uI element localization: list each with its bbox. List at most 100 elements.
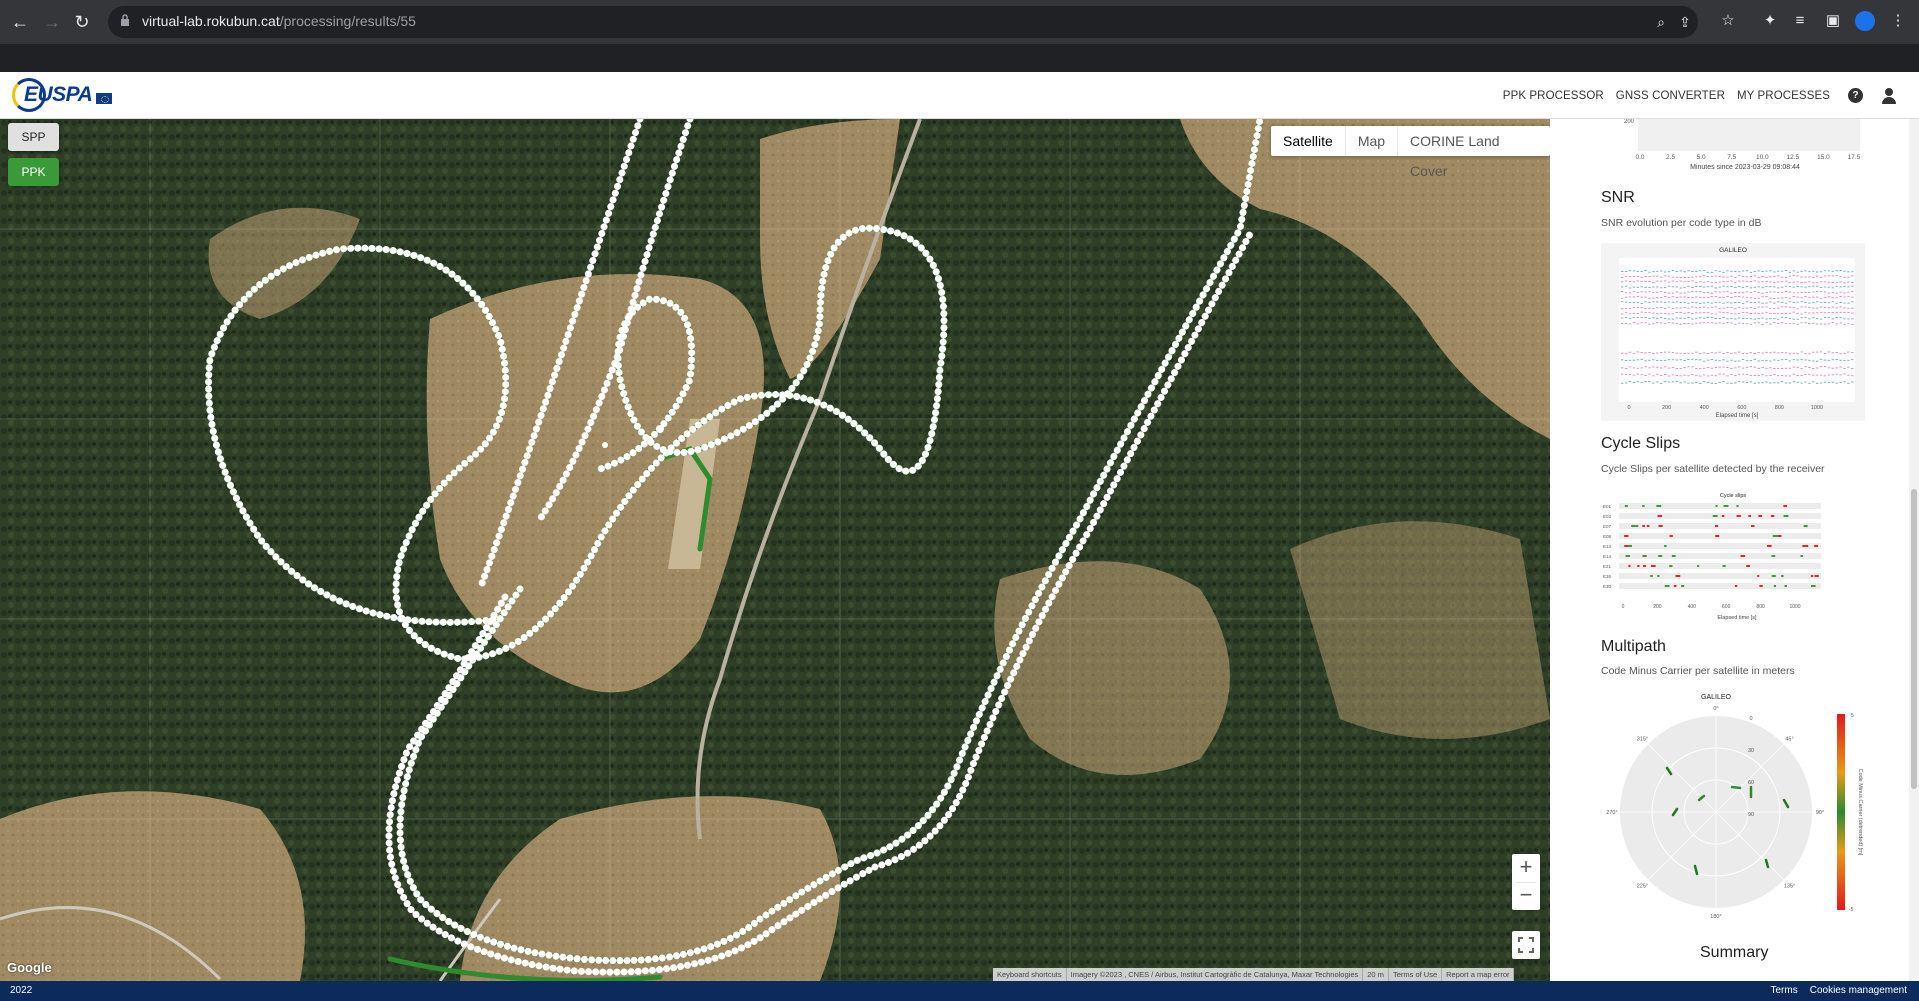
snr-point [1695, 302, 1698, 304]
snr-point [1679, 311, 1682, 313]
maptype-corine[interactable]: CORINE Land Cover [1398, 126, 1550, 179]
cycle-slip-mark [1715, 535, 1720, 537]
nav-my-processes[interactable]: MY PROCESSES [1737, 90, 1830, 102]
share-icon[interactable]: ⇪ [1676, 13, 1694, 31]
snr-xtick: 1000 [1811, 405, 1823, 411]
nav-ppk-processor[interactable]: PPK PROCESSOR [1503, 90, 1604, 102]
snr-point [1648, 287, 1651, 289]
snr-point [1839, 270, 1842, 271]
snr-point [1816, 301, 1819, 303]
user-icon[interactable] [1881, 87, 1897, 104]
snr-point [1777, 281, 1780, 283]
keyboard-shortcuts-link[interactable]: Keyboard shortcuts [993, 968, 1067, 981]
snr-point [1777, 352, 1780, 354]
snr-point [1749, 366, 1753, 368]
snr-point [1683, 312, 1686, 314]
polar-angle-label: 0° [1713, 706, 1718, 712]
snr-point [1757, 318, 1760, 320]
snr-point [1699, 375, 1702, 377]
snr-point [1777, 313, 1780, 315]
maptype-satellite[interactable]: Satellite [1271, 126, 1346, 156]
snr-point [1784, 297, 1788, 299]
snr-point [1843, 292, 1846, 294]
snr-point [1808, 302, 1811, 304]
snr-point [1749, 276, 1753, 277]
address-bar[interactable]: virtual-lab.rokubun.cat/processing/resul… [108, 6, 1698, 38]
cookies-link[interactable]: Cookies management [1810, 981, 1907, 1001]
snr-point [1691, 290, 1694, 292]
snr-point [1819, 306, 1823, 308]
cycle-slip-mark [1642, 505, 1645, 507]
zoom-in-button[interactable]: + [1512, 854, 1540, 882]
snr-point [1745, 312, 1749, 314]
snr-point [1675, 359, 1678, 361]
panel-scrollbar[interactable] [1909, 119, 1919, 981]
snr-point [1699, 270, 1702, 272]
profile-avatar[interactable] [1855, 11, 1875, 31]
snr-point [1847, 276, 1850, 278]
snr-point [1628, 313, 1632, 315]
snr-point [1777, 297, 1780, 299]
snr-point [1691, 280, 1694, 282]
snr-point [1765, 312, 1768, 314]
snr-point [1722, 302, 1725, 304]
fullscreen-button[interactable] [1512, 931, 1540, 959]
media-icon[interactable]: ≡ [1790, 11, 1810, 31]
snr-point [1784, 352, 1788, 354]
help-icon[interactable]: ? [1848, 88, 1863, 103]
snr-chart: GALILEO 0 200 400 600 800 1000 Elapsed time [… [1601, 243, 1865, 421]
google-logo[interactable]: Google [7, 960, 52, 975]
snr-point [1847, 291, 1850, 293]
nav-gnss-converter[interactable]: GNSS CONVERTER [1616, 90, 1725, 102]
snr-point [1714, 275, 1717, 277]
snr-point [1734, 313, 1737, 315]
ppk-toggle-button[interactable]: PPK [8, 158, 59, 186]
maptype-map[interactable]: Map [1346, 126, 1399, 156]
snr-point [1667, 322, 1671, 324]
reload-icon[interactable]: ↻ [70, 10, 94, 34]
snr-point [1660, 322, 1663, 324]
bookmark-star-icon[interactable]: ☆ [1718, 11, 1738, 31]
snr-point [1687, 317, 1690, 318]
sidepanel-icon[interactable]: ▣ [1823, 11, 1843, 31]
scroll-thumb[interactable] [1911, 489, 1917, 789]
back-icon[interactable]: ← [8, 10, 32, 34]
snr-point [1621, 286, 1624, 288]
snr-point [1765, 296, 1768, 297]
euspa-logo[interactable]: EUSPA [12, 77, 113, 113]
snr-point [1675, 307, 1678, 309]
spp-toggle-button[interactable]: SPP [8, 123, 59, 151]
snr-point [1788, 375, 1792, 377]
extensions-icon[interactable]: ✦ [1760, 11, 1780, 31]
snr-point [1624, 368, 1628, 369]
snr-point [1796, 301, 1799, 303]
snr-point [1835, 382, 1838, 384]
forward-icon[interactable]: → [40, 10, 64, 34]
zoom-icon[interactable]: ⌕ [1652, 13, 1670, 31]
snr-point [1788, 285, 1792, 287]
snr-point [1804, 281, 1807, 283]
snr-point [1648, 276, 1651, 277]
zoom-out-button[interactable]: − [1512, 882, 1540, 910]
snr-point [1804, 302, 1807, 304]
snr-point [1660, 307, 1663, 309]
report-map-error-link[interactable]: Report a map error [1442, 968, 1515, 981]
terms-link[interactable]: Terms [1770, 981, 1797, 1001]
snr-point [1761, 382, 1764, 384]
snr-point [1710, 367, 1714, 369]
cycle-slip-mark [1814, 545, 1819, 547]
snr-point [1819, 291, 1823, 292]
map-view[interactable]: SPP PPK Satellite Map CORINE Land Cover … [0, 119, 1550, 981]
snr-point [1788, 323, 1792, 325]
snr-point [1640, 322, 1643, 324]
snr-point [1718, 351, 1721, 353]
terms-of-use-link[interactable]: Terms of Use [1389, 968, 1443, 981]
snr-point [1691, 352, 1694, 354]
snr-point [1660, 382, 1663, 384]
snr-point [1628, 351, 1632, 353]
snr-point [1835, 367, 1838, 369]
scale-bar[interactable]: 20 m [1363, 968, 1389, 981]
menu-kebab-icon[interactable]: ⋮ [1888, 11, 1908, 31]
snr-point [1835, 323, 1838, 325]
cycle-slip-mark [1624, 505, 1628, 507]
